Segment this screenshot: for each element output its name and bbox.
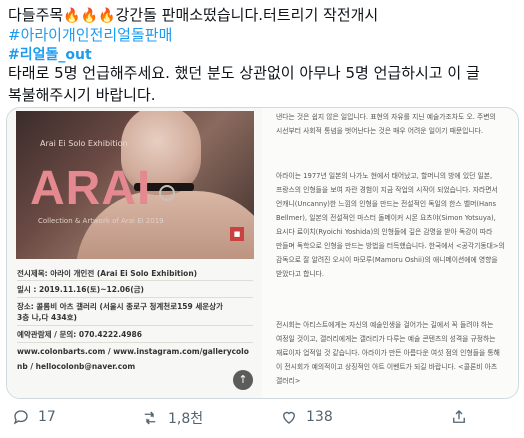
share-button[interactable] — [450, 408, 468, 426]
fire-icon: 🔥 — [98, 8, 116, 24]
poster-foot: Collection & Artwork of Arai Ei 2019 — [38, 217, 164, 225]
tweet-text-line-4: 타래로 5명 언급해주세요. 했던 분도 상관없이 아무나 5명 언급하시고 이… — [8, 64, 480, 82]
exhibit-web-line2: nb / hellocolonb@naver.com — [17, 362, 136, 371]
fire-icon: 🔥 — [80, 8, 99, 24]
fire-icon: 🔥 — [63, 8, 81, 24]
retweet-count: 1,8천 — [168, 411, 204, 427]
gallery-logo-icon: ■ — [230, 227, 244, 241]
scroll-up-icon[interactable]: ↑ — [233, 370, 253, 390]
heart-icon — [283, 411, 295, 424]
reply-count: 17 — [38, 409, 56, 425]
hashtag-link[interactable]: #아라이개인전리얼돌판매 — [8, 24, 172, 45]
description-paragraph: 아라이는 1977년 일본의 나가노 현에서 태어났고, 할머니의 방에 있던 … — [276, 172, 505, 278]
exhibit-contact: 예약관람제 / 문의: 070.4222.4986 — [17, 330, 142, 339]
doll-photo: Arai Ei Solo Exhibition ARAI Collection … — [16, 111, 254, 259]
like-count: 138 — [306, 409, 333, 425]
exhibition-poster: Arai Ei Solo Exhibition ARAI Collection … — [7, 108, 262, 398]
description-paragraph: 전시회는 아티스트에게는 자신의 예술인생을 걸어가는 길에서 꼭 들려야 하는… — [276, 321, 500, 385]
tweet-image-card[interactable]: Arai Ei Solo Exhibition ARAI Collection … — [6, 107, 519, 399]
poster-subtitle: Arai Ei Solo Exhibition — [40, 139, 128, 148]
reply-icon — [13, 410, 28, 425]
tweet-text-suffix: 강간돌 판매소떴습니다.터트리기 작전개시 — [115, 6, 379, 24]
poster-title: ARAI — [30, 162, 152, 215]
description-paragraph: 낸다는 것은 쉽지 않은 일입니다. 표현의 자유를 지닌 예술가조차도 오. … — [276, 113, 496, 135]
reply-button[interactable]: 17 — [12, 408, 56, 426]
tweet-text-prefix: 다들주목 — [8, 6, 64, 24]
exhibition-description: 낸다는 것은 쉽지 않은 일입니다. 표현의 자유를 지닌 예술가조차도 오. … — [262, 108, 518, 398]
exhibit-dates: 일시 : 2019.11.16(토)~12.06(금) — [17, 285, 144, 294]
like-button[interactable]: 138 — [280, 408, 333, 426]
exhibit-place-line1: 장소: 콜롬비 아츠 갤러리 (서울시 종로구 청계천로159 세운상가 — [17, 302, 223, 311]
hashtag-mention-link[interactable]: #리얼돌_out — [8, 44, 92, 64]
tweet-text-line-5: 복불해주시기 바랍니다. — [8, 86, 156, 104]
exhibit-place-line2: 3층 나,다 434호) — [17, 313, 77, 322]
exhibit-title: 전시제목: 아라이 개인전 (Arai Ei Solo Exhibition) — [17, 269, 198, 278]
exhibit-web-line1: www.colonbarts.com / www.instagram.com/g… — [17, 347, 249, 356]
retweet-icon — [144, 411, 156, 425]
tweet-text-line-1: 다들주목🔥🔥🔥강간돌 판매소떴습니다.터트리기 작전개시 — [8, 4, 378, 25]
retweet-button[interactable]: 1,8천 — [140, 408, 203, 428]
share-icon — [453, 410, 465, 423]
